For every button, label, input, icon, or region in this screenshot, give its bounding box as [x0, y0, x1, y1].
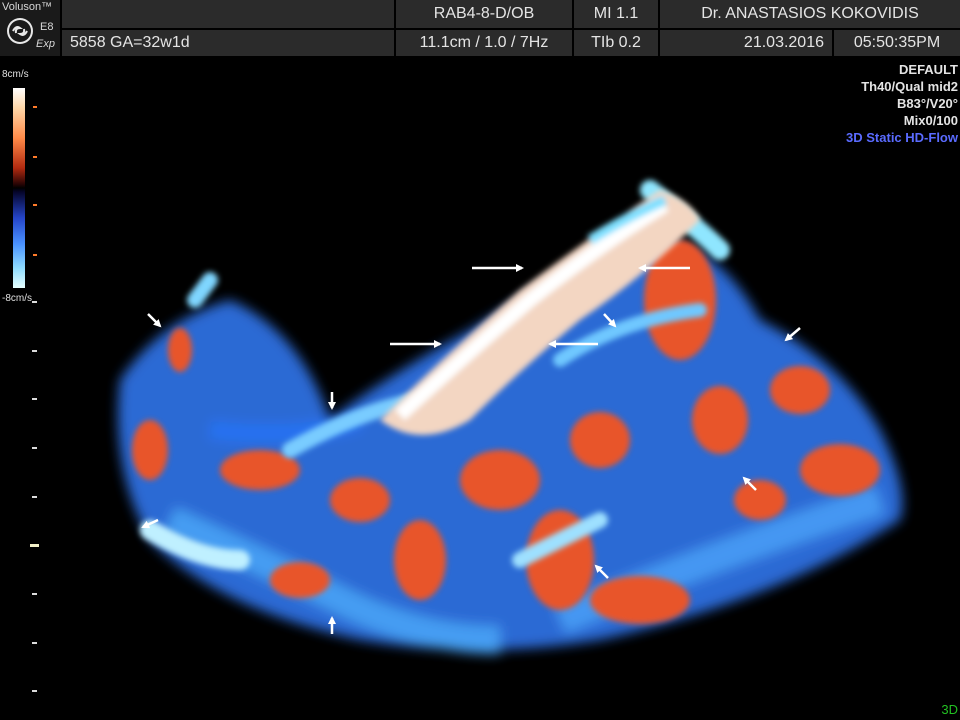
- depth-tick: [32, 350, 37, 352]
- arrow-icon: [147, 313, 162, 328]
- depth-tick: [32, 642, 37, 644]
- arrow-icon: [784, 327, 801, 342]
- depth-tick: [32, 690, 37, 692]
- depth-tick: [32, 301, 37, 303]
- velocity-colorbar: [13, 88, 25, 288]
- depth-tick-major: [30, 544, 39, 547]
- flow-mode-label: 3D Static HD-Flow: [846, 130, 958, 145]
- colorbar-top-label: 8cm/s: [2, 69, 29, 80]
- depth-tick: [32, 398, 37, 400]
- preset-label: DEFAULT: [899, 62, 958, 77]
- colorbar-tick: [33, 254, 37, 256]
- threshold-label: Th40/Qual mid2: [861, 79, 958, 94]
- mix-label: Mix0/100: [903, 113, 958, 128]
- doppler-3d-scan: [118, 180, 903, 654]
- colorbar-tick: [33, 106, 37, 108]
- ultrasound-screen: Voluson™ E8 Exp RAB4-8-D/OB MI 1.1 Dr. A…: [0, 0, 960, 720]
- colorbar-bottom-label: -8cm/s: [2, 293, 32, 304]
- depth-tick: [32, 496, 37, 498]
- colorbar-tick: [33, 204, 37, 206]
- depth-tick: [32, 593, 37, 595]
- colorbar-tick: [33, 156, 37, 158]
- depth-tick: [32, 447, 37, 449]
- angle-label: B83°/V20°: [897, 96, 958, 111]
- view-tag: 3D: [941, 702, 958, 717]
